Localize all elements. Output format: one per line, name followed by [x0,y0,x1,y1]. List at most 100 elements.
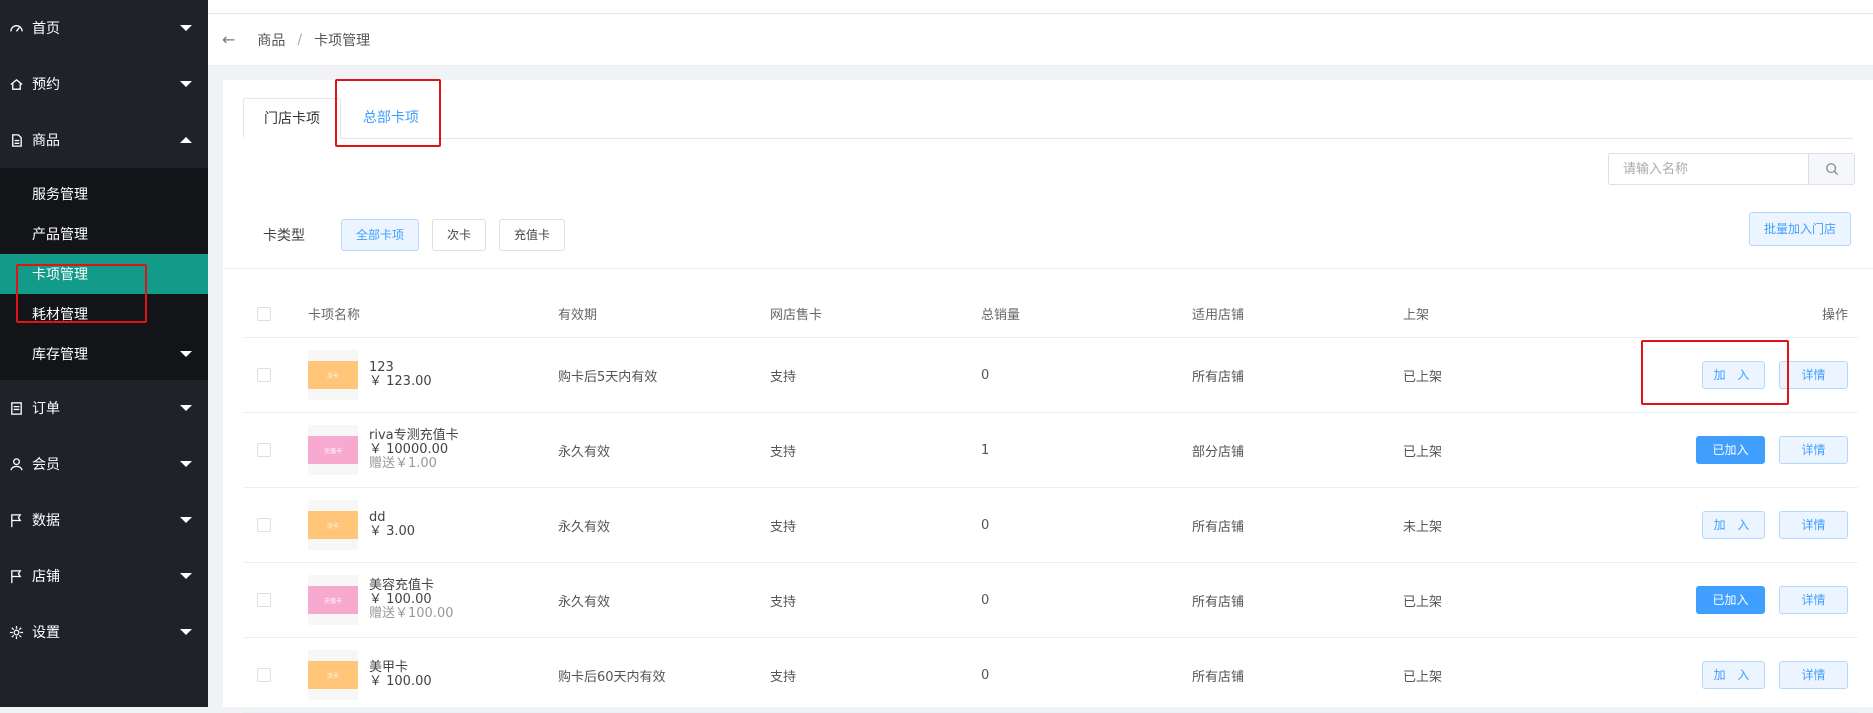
card-thumbnail: 充值卡 [308,425,358,475]
nav-shop[interactable]: 店铺 [0,548,208,604]
detail-button[interactable]: 详情 [1779,511,1848,539]
detail-button[interactable]: 详情 [1779,436,1848,464]
select-all-cell [257,290,271,337]
card-name: riva专测充值卡 [369,428,459,443]
join-button[interactable]: 加 入 [1702,361,1765,389]
join-button[interactable]: 加 入 [1702,511,1765,539]
content-card: 门店卡项 总部卡项 卡类型 全部卡项 次卡 充值卡 批量加入门店 卡项名称 有效… [223,80,1873,713]
card-price: ￥ 100.00 [369,592,432,607]
breadcrumb-parent[interactable]: 商品 [257,30,285,50]
row-select-cell [257,488,271,562]
card-online: 支持 [770,369,797,385]
goods-submenu: 服务管理 产品管理 卡项管理 耗材管理 库存管理 [0,168,208,380]
batch-add-to-store-button[interactable]: 批量加入门店 [1749,212,1852,246]
home-icon [8,76,24,92]
row-checkbox[interactable] [257,368,271,382]
sidebar-item-inventory[interactable]: 库存管理 [0,334,208,374]
card-sales: 0 [981,667,990,683]
card-online: 支持 [770,669,797,685]
search-input[interactable] [1609,154,1808,184]
row-select-cell [257,413,271,487]
breadcrumb-current: 卡项管理 [314,32,371,49]
card-stores: 所有店铺 [1192,594,1245,610]
clipboard-icon [8,400,24,416]
nav-orders[interactable]: 订单 [0,380,208,436]
sidebar-item-service[interactable]: 服务管理 [0,174,208,214]
nav-data[interactable]: 数据 [0,492,208,548]
nav-booking[interactable]: 预约 [0,56,208,112]
row-actions: 加 入 详情 [1688,488,1848,562]
nav-members[interactable]: 会员 [0,436,208,492]
nav-settings[interactable]: 设置 [0,604,208,660]
card-thumbnail: 次卡 [308,650,358,700]
detail-button[interactable]: 详情 [1779,661,1848,689]
tab-store-cards[interactable]: 门店卡项 [243,98,341,139]
row-actions: 已加入 详情 [1682,413,1848,487]
tab-hq-cards[interactable]: 总部卡项 [343,98,439,139]
flag-icon [8,568,24,584]
card-name: 美甲卡 [369,660,409,675]
card-name-cell: 充值卡 riva专测充值卡 ￥ 10000.00 赠送￥1.00 [308,413,459,487]
nav-orders-label: 订单 [32,401,60,417]
search-button[interactable] [1808,154,1854,184]
table-body: 次卡 123 ￥ 123.00 购卡后5天内有效 支持 0 所有店铺 已上架 加… [243,338,1858,713]
card-sales: 0 [981,367,990,383]
card-online: 支持 [770,444,797,460]
chevron-down-icon [180,405,192,411]
header-validity: 有效期 [558,308,598,323]
nav-home[interactable]: 首页 [0,0,208,56]
card-name-cell: 次卡 123 ￥ 123.00 [308,338,432,412]
back-arrow-icon[interactable]: ← [222,30,235,49]
card-name: dd [369,510,386,525]
table-row: 次卡 美甲卡 ￥ 100.00 购卡后60天内有效 支持 0 所有店铺 已上架 … [243,638,1858,713]
row-checkbox[interactable] [257,593,271,607]
card-info: riva专测充值卡 ￥ 10000.00 赠送￥1.00 [369,429,459,471]
header-online: 网店售卡 [770,308,823,323]
row-checkbox[interactable] [257,668,271,682]
chevron-down-icon [180,461,192,467]
joined-button[interactable]: 已加入 [1696,586,1765,614]
card-sales: 0 [981,517,990,533]
detail-button[interactable]: 详情 [1779,361,1848,389]
card-thumbnail-label: 充值卡 [308,436,358,464]
card-name-cell: 次卡 美甲卡 ￥ 100.00 [308,638,432,712]
card-status: 已上架 [1403,594,1443,610]
nav-goods[interactable]: 商品 [0,112,208,168]
divider [223,268,1873,269]
card-validity: 购卡后60天内有效 [558,669,666,685]
card-status: 未上架 [1403,519,1443,535]
nav-shop-label: 店铺 [32,569,60,585]
row-checkbox[interactable] [257,443,271,457]
sidebar-item-consumables[interactable]: 耗材管理 [0,294,208,334]
card-price: ￥ 10000.00 [369,442,449,457]
card-thumbnail-label: 次卡 [308,661,358,689]
card-gift: 赠送￥100.00 [369,606,454,621]
card-validity: 购卡后5天内有效 [558,369,658,385]
sidebar-item-card[interactable]: 卡项管理 [0,254,208,294]
table-row: 充值卡 美容充值卡 ￥ 100.00 赠送￥100.00 永久有效 支持 0 所… [243,563,1858,638]
sidebar-item-product[interactable]: 产品管理 [0,214,208,254]
row-checkbox[interactable] [257,518,271,532]
select-all-checkbox[interactable] [257,306,271,321]
row-select-cell [257,563,271,637]
table-row: 次卡 123 ￥ 123.00 购卡后5天内有效 支持 0 所有店铺 已上架 加… [243,338,1858,413]
joined-button[interactable]: 已加入 [1696,436,1765,464]
nav-home-label: 首页 [32,21,60,37]
nav-data-label: 数据 [32,513,60,529]
card-name: 123 [369,360,394,375]
card-thumbnail-label: 充值卡 [308,586,358,614]
card-name-cell: 充值卡 美容充值卡 ￥ 100.00 赠送￥100.00 [308,563,454,637]
filter-times-card[interactable]: 次卡 [432,219,487,251]
card-name: 美容充值卡 [369,578,435,593]
card-thumbnail: 次卡 [308,350,358,400]
detail-button[interactable]: 详情 [1779,586,1848,614]
join-button[interactable]: 加 入 [1702,661,1765,689]
card-sales: 0 [981,592,990,608]
filter-all-cards[interactable]: 全部卡项 [341,219,420,251]
card-validity: 永久有效 [558,519,611,535]
header-sales: 总销量 [981,308,1021,323]
filter-recharge-card[interactable]: 充值卡 [499,219,566,251]
nav-settings-label: 设置 [32,625,60,641]
search-box [1608,153,1855,185]
row-actions: 加 入 详情 [1688,338,1848,412]
